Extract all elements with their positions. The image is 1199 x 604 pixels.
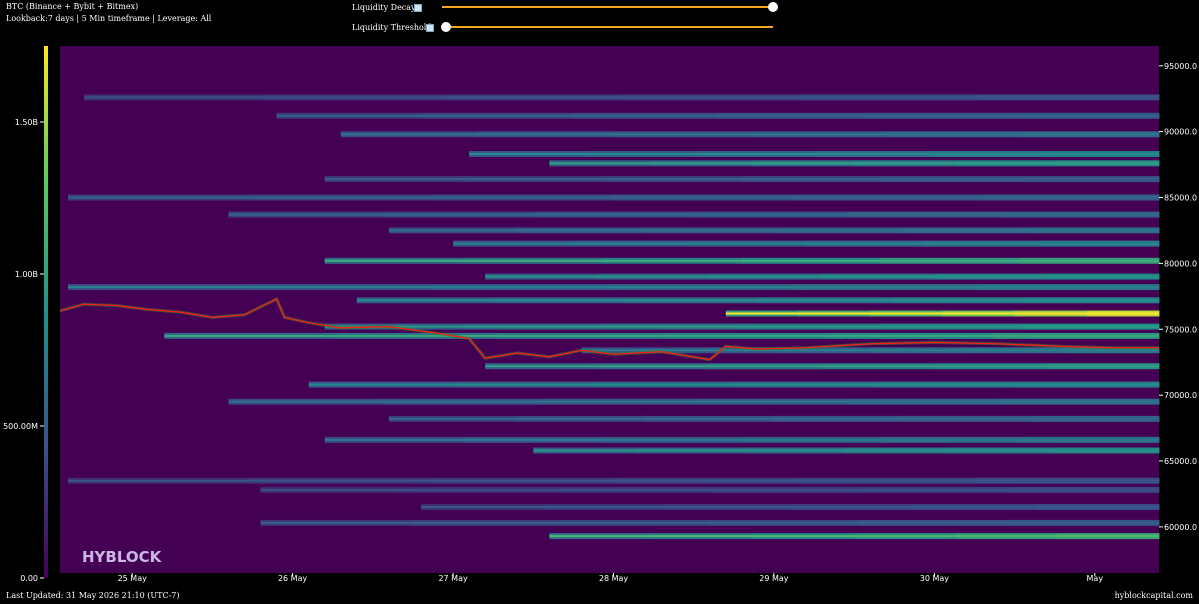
- liquidity-band: [228, 398, 1160, 405]
- y-tick-label: 90000.0: [1164, 128, 1197, 137]
- liquidity-band: [68, 284, 1160, 291]
- liquidity-band: [453, 240, 1160, 247]
- liquidity-band-core: [324, 438, 1159, 441]
- liquidity-band-core: [164, 334, 1160, 337]
- liquidity-band: [84, 94, 1160, 101]
- liquidity-band-core: [725, 312, 1159, 315]
- liquidity-band: [324, 323, 1160, 330]
- liquidity-band-core: [68, 286, 1159, 289]
- y-tick-label: 85000.0: [1164, 194, 1197, 203]
- liquidity-band-core: [388, 417, 1159, 420]
- liquidity-band-core: [260, 489, 1159, 491]
- liquidity-band: [308, 381, 1160, 388]
- liquidity-band: [228, 211, 1160, 218]
- liquidity-band: [549, 533, 1160, 540]
- liquidity-band-core: [533, 449, 1159, 452]
- liquidity-band: [485, 273, 1160, 280]
- liquidity-band: [324, 436, 1160, 443]
- liquidity-band: [388, 227, 1160, 234]
- liquidity-band-core: [388, 229, 1159, 232]
- liquidity-band: [421, 504, 1160, 511]
- colorbar: [44, 46, 48, 578]
- colorbar-tick-label: 0.00: [20, 574, 38, 583]
- liquidity-band-core: [549, 535, 1159, 538]
- x-tick-label: 28 May: [599, 574, 629, 583]
- liquidity-band-core: [276, 114, 1160, 117]
- colorbar-tick-label: 1.00B: [15, 270, 38, 279]
- y-tick-label: 80000.0: [1164, 259, 1197, 268]
- hyblock-logo: HYBLOCK: [82, 548, 163, 566]
- liquidity-band-core: [549, 162, 1159, 165]
- liquidity-band: [324, 257, 1160, 264]
- liquidity-band-core: [84, 96, 1160, 99]
- x-tick-label: 26 May: [278, 574, 308, 583]
- liquidity-band: [533, 447, 1160, 454]
- x-tick-label: 25 May: [118, 574, 148, 583]
- liquidity-band-core: [260, 521, 1159, 524]
- liquidity-band-core: [453, 242, 1160, 245]
- liquidity-band: [549, 160, 1160, 167]
- liquidity-band: [276, 112, 1160, 119]
- liquidity-band-core: [324, 325, 1159, 328]
- plot-area: [60, 46, 1159, 573]
- liquidity-band: [485, 363, 1160, 370]
- liquidity-band-core: [421, 506, 1159, 509]
- y-tick-label: 60000.0: [1164, 523, 1197, 532]
- last-updated: Last Updated: 31 May 2026 21:10 (UTC-7): [6, 591, 180, 600]
- liquidation-heatmap-chart: 0.00 500.00M 1.00B 1.50B HYBLOCK 60000.0 650…: [3, 46, 1197, 583]
- x-axis: 25 May 26 May 27 May 28 May 29 May 30 May May: [118, 573, 1104, 583]
- liquidity-band-core: [324, 259, 1159, 262]
- y-tick-label: 70000.0: [1164, 391, 1197, 400]
- liquidity-band: [340, 131, 1160, 138]
- colorbar-tick-label: 1.50B: [15, 118, 38, 127]
- liquidity-band: [356, 297, 1160, 304]
- liquidity-band-core: [68, 196, 1159, 199]
- liquidity-band-core: [340, 133, 1159, 136]
- liquidity-band: [260, 519, 1160, 526]
- liquidity-band-core: [581, 349, 1159, 352]
- liquidity-band-core: [485, 365, 1159, 368]
- y-axis: 60000.0 65000.0 70000.0 75000.0 80000.0 85000…: [1159, 62, 1197, 532]
- source-link[interactable]: hyblockcapital.com: [1115, 591, 1193, 600]
- x-tick-label: 27 May: [438, 574, 468, 583]
- liquidity-band-core: [469, 153, 1160, 155]
- y-tick-label: 75000.0: [1164, 325, 1197, 334]
- y-tick-label: 95000.0: [1164, 62, 1197, 71]
- liquidity-band-core: [485, 275, 1159, 278]
- liquidity-band-core: [228, 213, 1159, 216]
- liquidity-band-core: [228, 400, 1159, 403]
- y-tick-label: 65000.0: [1164, 457, 1197, 466]
- liquidity-band: [68, 194, 1160, 201]
- liquidity-band: [260, 487, 1160, 493]
- x-tick-label: May: [1087, 574, 1104, 583]
- liquidity-band-core: [324, 178, 1159, 181]
- liquidity-band: [68, 477, 1160, 484]
- x-tick-label: 29 May: [759, 574, 789, 583]
- liquidity-band: [725, 310, 1160, 317]
- colorbar-tick-label: 500.00M: [3, 422, 38, 431]
- x-tick-label: 30 May: [920, 574, 950, 583]
- liquidity-band-core: [68, 479, 1159, 482]
- liquidity-band: [324, 176, 1160, 183]
- liquidity-band-core: [308, 383, 1159, 386]
- liquidity-band: [388, 415, 1160, 422]
- liquidity-band: [164, 332, 1160, 339]
- colorbar-ticks: 0.00 500.00M 1.00B 1.50B: [3, 118, 44, 583]
- liquidity-band-core: [356, 299, 1159, 302]
- liquidity-band: [469, 151, 1160, 157]
